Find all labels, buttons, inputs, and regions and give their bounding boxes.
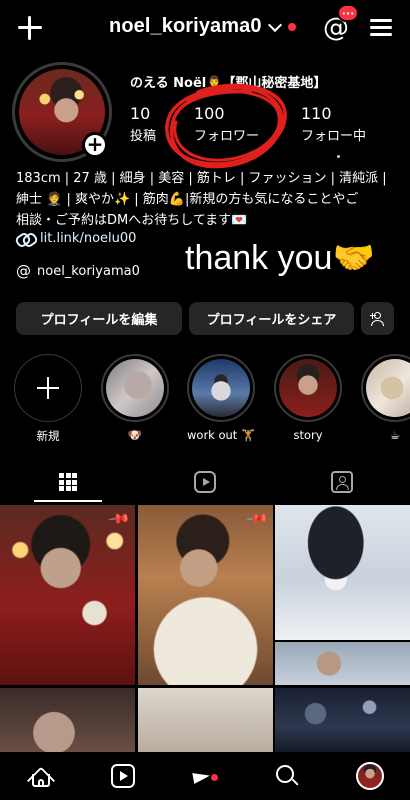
post-thumbnail[interactable] [0, 688, 135, 752]
nav-home[interactable] [26, 764, 56, 795]
nav-reels[interactable] [111, 764, 137, 790]
threads-badge[interactable]: @ noel_koriyama0 [16, 262, 140, 280]
following-number: 110 [301, 104, 332, 123]
post-thumbnail[interactable]: 📌 [138, 505, 273, 685]
highlight-new[interactable]: 新規 [14, 354, 82, 444]
nav-search[interactable] [275, 764, 301, 790]
grid-icon [59, 473, 77, 491]
post-thumbnail[interactable] [275, 688, 410, 752]
highlight-work-out[interactable]: work out 🏋 [187, 354, 255, 442]
tab-posts[interactable] [0, 462, 136, 502]
hamburger-menu-icon[interactable] [370, 17, 392, 37]
display-name: のえる Noël🤵‍♂️【郡山秘密基地】 [130, 76, 327, 91]
username: noel_koriyama0 [109, 15, 262, 37]
dot-mark [337, 155, 340, 158]
highlight-cover [366, 359, 410, 417]
link-icon [16, 234, 34, 244]
share-profile-button[interactable]: プロフィールをシェア [189, 302, 354, 335]
account-notification-dot [287, 22, 296, 31]
following-count[interactable]: 110 フォロー中 [301, 104, 366, 144]
tab-reels[interactable] [137, 462, 273, 502]
reels-icon [111, 764, 135, 788]
highlight-cover [192, 359, 250, 417]
search-icon [275, 764, 299, 788]
plus-icon [37, 377, 59, 399]
reels-icon [194, 471, 216, 493]
post-thumbnail[interactable]: 📌 [0, 505, 135, 685]
bio-link-text: lit.link/noelu00 [40, 231, 137, 246]
threads-icon: @ [16, 262, 31, 280]
bio-line: 紳士 🤵 | 爽やか✨ | 筋肉💪|新規の方も気になることやご [16, 192, 359, 207]
highlight-label: 🐶 [127, 428, 143, 442]
posts-number: 10 [130, 104, 151, 123]
bio-line: 183cm | 27 歳 | 細身 | 美容 | 筋トレ | ファッション | … [16, 171, 387, 186]
nav-profile[interactable] [356, 762, 384, 790]
posts-count[interactable]: 10 投稿 [130, 104, 156, 144]
thank-you-overlay-text: thank you🤝 [185, 239, 375, 277]
add-story-plus-icon[interactable]: + [82, 132, 108, 158]
highlight-label: work out 🏋 [187, 428, 256, 442]
edit-profile-button[interactable]: プロフィールを編集 [16, 302, 182, 335]
highlight-cover [279, 359, 337, 417]
followers-label: フォロワー [194, 129, 260, 144]
highlight-label: story [293, 428, 323, 442]
followers-number: 100 [194, 104, 225, 123]
threads-handle: noel_koriyama0 [37, 263, 140, 279]
pin-icon: 📌 [106, 507, 131, 531]
post-thumbnail[interactable] [138, 688, 273, 752]
chevron-down-icon [267, 17, 282, 32]
post-thumbnail[interactable] [275, 505, 410, 640]
tab-tagged[interactable] [274, 462, 410, 502]
account-switcher[interactable]: noel_koriyama0 [109, 15, 296, 38]
bio-line: 相談・ご予約はDMへお待ちしてます💌 [16, 213, 248, 228]
add-user-icon [369, 311, 386, 326]
following-label: フォロー中 [301, 129, 367, 144]
tagged-person-icon [331, 471, 353, 493]
messages-notification-dot [211, 774, 218, 781]
bottom-navigation: ► [0, 752, 410, 800]
highlight-story[interactable]: story [274, 354, 342, 442]
highlight-coffee[interactable]: ☕ [361, 354, 410, 442]
highlight-label: 新規 [36, 429, 60, 443]
posts-label: 投稿 [130, 129, 157, 144]
threads-notification-badge: ··· [337, 4, 359, 22]
pin-icon: 📌 [244, 507, 269, 531]
bio: 183cm | 27 歳 | 細身 | 美容 | 筋トレ | ファッション | … [16, 168, 402, 231]
highlight-label: ☕ [389, 428, 401, 442]
highlight-dog[interactable]: 🐶 [101, 354, 169, 442]
profile-avatar-icon [356, 762, 384, 790]
profile-tabs [0, 462, 410, 502]
post-thumbnail[interactable] [275, 642, 410, 685]
followers-count[interactable]: 100 フォロワー [194, 104, 259, 144]
active-tab-indicator [34, 500, 102, 502]
discover-people-button[interactable] [361, 302, 394, 335]
home-icon [26, 764, 56, 795]
create-plus-icon[interactable] [16, 14, 44, 42]
bio-link[interactable]: lit.link/noelu00 [16, 231, 136, 246]
top-bar: noel_koriyama0 @ ··· [0, 0, 410, 56]
highlight-cover [106, 359, 164, 417]
